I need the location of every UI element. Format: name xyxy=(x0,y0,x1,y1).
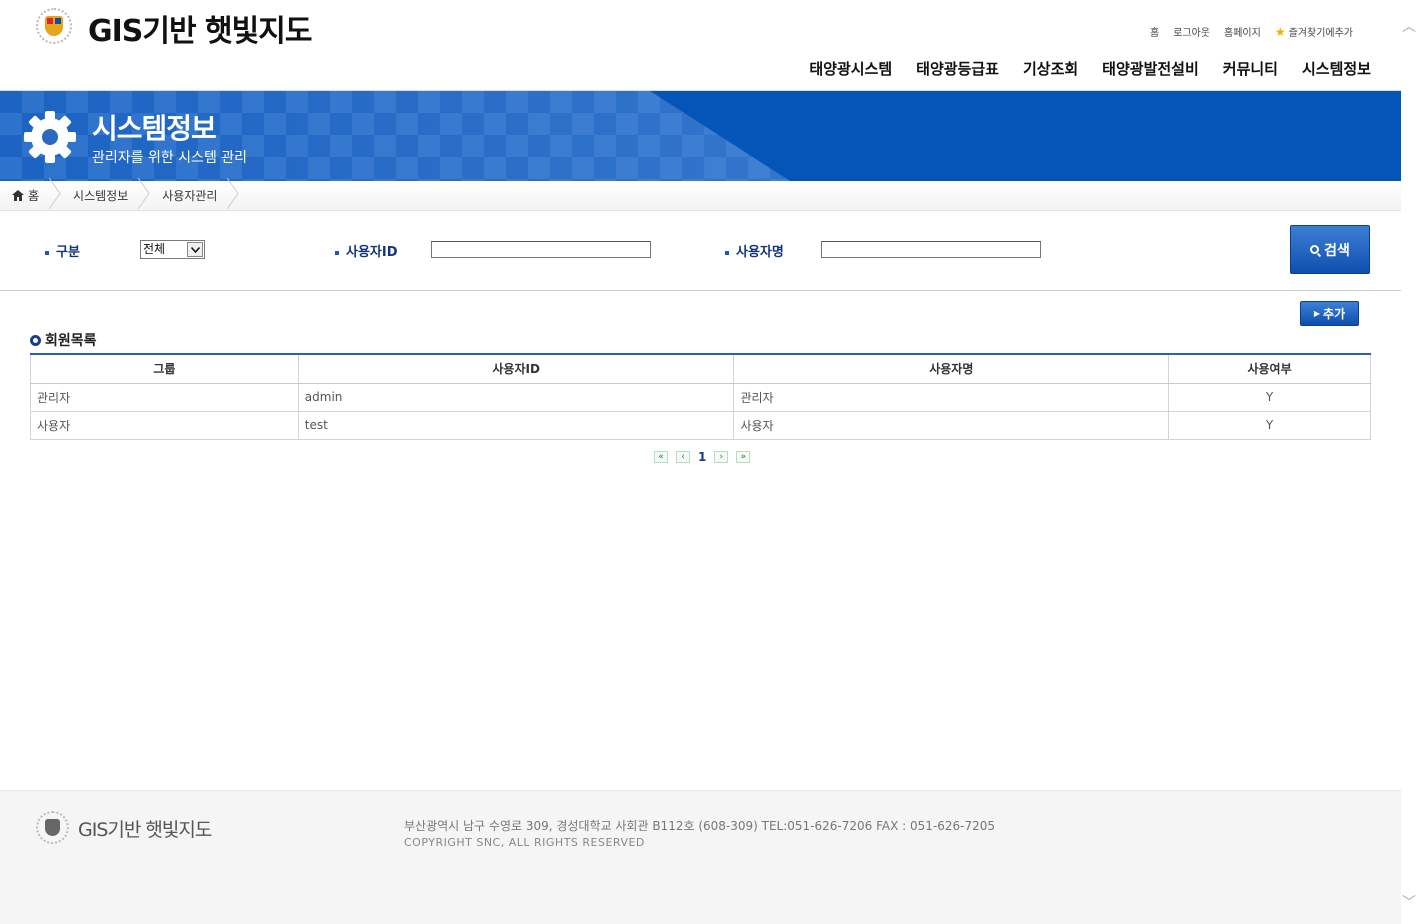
home-icon xyxy=(12,190,24,201)
util-home-link[interactable]: 홈 xyxy=(1150,24,1159,39)
util-homepage-link[interactable]: 홈페이지 xyxy=(1224,24,1261,39)
category-select-value: 전체 xyxy=(143,242,166,256)
search-icon xyxy=(1310,245,1320,254)
cell-group[interactable]: 사용자 xyxy=(30,410,299,440)
chevron-down-glyph xyxy=(190,246,200,253)
category-select[interactable]: 전체 xyxy=(140,240,205,259)
gear-icon xyxy=(24,111,76,163)
breadcrumb: 홈 시스템정보 사용자관리 xyxy=(0,181,1401,211)
breadcrumb-user-management[interactable]: 사용자관리 xyxy=(150,181,239,211)
cell-use[interactable]: Y xyxy=(1168,382,1371,412)
banner-subtitle: 관리자를 위한 시스템 관리 xyxy=(92,150,248,166)
scroll-up-arrow-icon[interactable]: ︿ xyxy=(1402,16,1416,36)
university-logo[interactable] xyxy=(36,8,72,44)
category-label: 구분 xyxy=(45,241,80,260)
userid-label: 사용자ID xyxy=(335,241,398,260)
main-nav: 태양광시스템 태양광등급표 기상조회 태양광발전설비 커뮤니티 시스템정보 xyxy=(809,58,1371,79)
circle-bullet-icon xyxy=(30,334,41,346)
nav-item-system-info[interactable]: 시스템정보 xyxy=(1302,58,1371,79)
first-page-icon[interactable]: « xyxy=(654,451,668,463)
chevron-down-icon[interactable] xyxy=(187,242,203,257)
footer-address: 부산광역시 남구 수영로 309, 경성대학교 사회관 B112호 (608-3… xyxy=(404,819,996,833)
userid-input[interactable] xyxy=(431,241,651,258)
column-header-group: 그룹 xyxy=(30,353,299,384)
column-header-use: 사용여부 xyxy=(1168,353,1371,384)
cell-group[interactable]: 관리자 xyxy=(30,382,299,412)
userid-label-text: 사용자ID xyxy=(346,245,398,260)
util-logout-link[interactable]: 로그아웃 xyxy=(1173,24,1210,39)
footer-logo xyxy=(36,811,69,844)
list-title-text: 회원목록 xyxy=(45,333,97,349)
site-header: GIS기반 햇빛지도 홈 로그아웃 홈페이지 ★ 즐겨찾기에추가 태양광시스템 태… xyxy=(0,0,1401,91)
site-footer: GIS기반 햇빛지도 부산광역시 남구 수영로 309, 경성대학교 사회관 B… xyxy=(0,790,1401,924)
scroll-down-arrow-icon[interactable]: ﹀ xyxy=(1402,892,1416,912)
username-label: 사용자명 xyxy=(725,241,784,260)
column-header-userid: 사용자ID xyxy=(297,353,735,384)
search-button[interactable]: 검색 xyxy=(1290,225,1370,274)
caret-right-icon: ▶ xyxy=(1313,309,1321,318)
table-header-row: 그룹 사용자ID 사용자명 사용여부 xyxy=(30,353,1371,384)
banner-title: 시스템정보 xyxy=(92,112,217,145)
page-number[interactable]: 1 xyxy=(698,450,706,464)
page-banner: 시스템정보 관리자를 위한 시스템 관리 xyxy=(0,91,1401,181)
nav-item-solar-facility[interactable]: 태양광발전설비 xyxy=(1102,58,1199,79)
cell-userid[interactable]: test xyxy=(297,410,735,440)
table-row[interactable]: 관리자 admin 관리자 Y xyxy=(30,382,1371,412)
nav-item-community[interactable]: 커뮤니티 xyxy=(1223,58,1278,79)
nav-item-solar-system[interactable]: 태양광시스템 xyxy=(809,58,892,79)
nav-item-weather[interactable]: 기상조회 xyxy=(1023,58,1078,79)
list-title: 회원목록 xyxy=(30,330,97,350)
cell-use[interactable]: Y xyxy=(1168,410,1371,440)
breadcrumb-system-info[interactable]: 시스템정보 xyxy=(61,181,150,211)
bullet-icon xyxy=(725,250,729,255)
username-label-text: 사용자명 xyxy=(736,245,784,260)
utility-links: 홈 로그아웃 홈페이지 ★ 즐겨찾기에추가 xyxy=(1150,24,1353,39)
star-icon: ★ xyxy=(1274,25,1286,39)
add-button-label: 추가 xyxy=(1323,307,1346,321)
search-panel: 구분 전체 사용자ID 사용자명 검색 xyxy=(0,211,1401,291)
footer-title: GIS기반 햇빛지도 xyxy=(78,819,212,841)
category-label-text: 구분 xyxy=(56,245,80,260)
last-page-icon[interactable]: » xyxy=(736,451,751,463)
site-title[interactable]: GIS기반 햇빛지도 xyxy=(88,6,312,50)
util-bookmark-link[interactable]: ★ 즐겨찾기에추가 xyxy=(1275,24,1353,39)
footer-copyright: COPYRIGHT SNC, ALL RIGHTS RESERVED xyxy=(404,836,645,849)
search-button-label: 검색 xyxy=(1324,242,1350,259)
cell-userid[interactable]: admin xyxy=(297,382,735,412)
username-input[interactable] xyxy=(821,241,1041,258)
member-table: 그룹 사용자ID 사용자명 사용여부 관리자 admin 관리자 Y 사용자 t… xyxy=(30,353,1371,440)
column-header-username: 사용자명 xyxy=(733,353,1170,384)
bookmark-label: 즐겨찾기에추가 xyxy=(1288,28,1353,39)
prev-page-icon[interactable]: ‹ xyxy=(676,451,690,463)
pagination: « ‹ 1 › » xyxy=(654,450,751,464)
cell-username[interactable]: 관리자 xyxy=(733,382,1170,412)
shield-icon xyxy=(45,16,63,36)
breadcrumb-home[interactable]: 홈 xyxy=(0,181,61,211)
cell-username[interactable]: 사용자 xyxy=(733,410,1170,440)
breadcrumb-home-label: 홈 xyxy=(28,189,40,203)
bullet-icon xyxy=(335,250,339,255)
next-page-icon[interactable]: › xyxy=(714,451,729,463)
bullet-icon xyxy=(45,250,49,255)
shield-icon xyxy=(45,819,60,836)
table-row[interactable]: 사용자 test 사용자 Y xyxy=(30,410,1371,440)
add-user-button[interactable]: ▶ 추가 xyxy=(1300,301,1359,326)
nav-item-solar-grade[interactable]: 태양광등급표 xyxy=(916,58,999,79)
